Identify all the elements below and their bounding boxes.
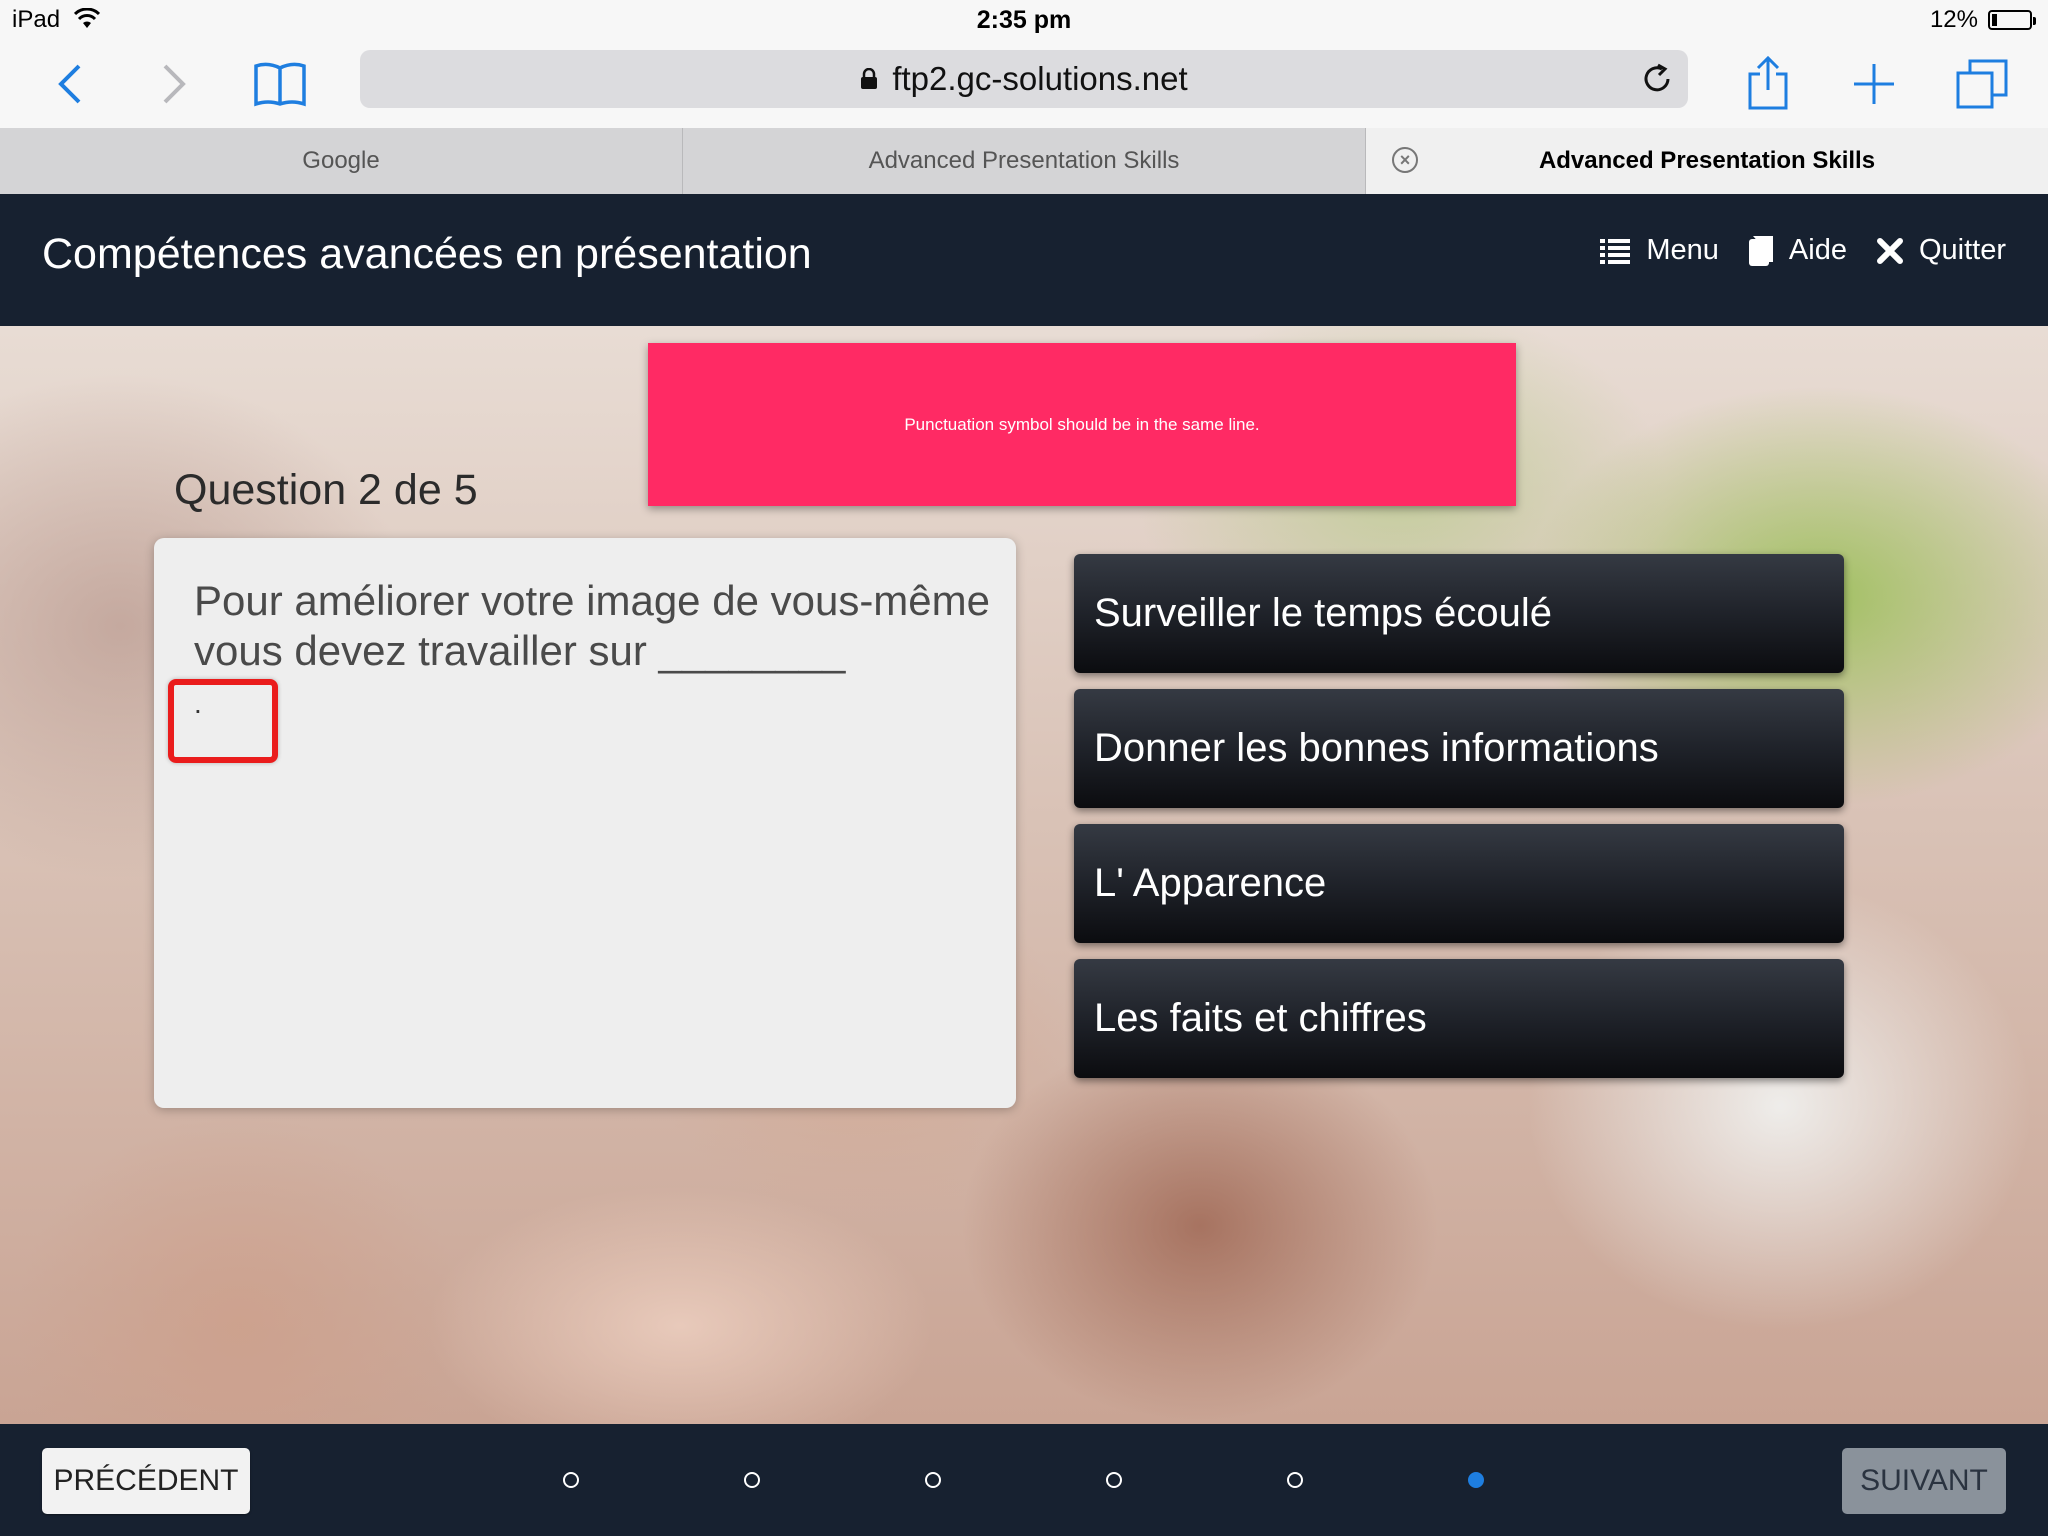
course-title: Compétences avancées en présentation bbox=[42, 230, 812, 278]
answer-option-1[interactable]: Surveiller le temps écoulé bbox=[1074, 554, 1844, 673]
course-header: Compétences avancées en présentation Men… bbox=[0, 194, 2048, 326]
tab-advanced-presentation-skills[interactable]: Advanced Presentation Skills bbox=[683, 128, 1366, 194]
question-text: Pour améliorer votre image de vous-même … bbox=[194, 577, 990, 674]
answer-option-4[interactable]: Les faits et chiffres bbox=[1074, 959, 1844, 1078]
tab-bar: Google Advanced Presentation Skills × Ad… bbox=[0, 128, 2048, 194]
next-button[interactable]: SUIVANT bbox=[1842, 1448, 2006, 1514]
forward-icon[interactable] bbox=[142, 52, 206, 116]
close-icon bbox=[1876, 237, 1903, 264]
answer-option-2[interactable]: Donner les bonnes informations bbox=[1074, 689, 1844, 808]
bookmarks-icon[interactable] bbox=[248, 52, 312, 116]
progress-dot-3[interactable] bbox=[925, 1472, 941, 1488]
progress-dots bbox=[0, 1424, 2048, 1536]
add-tab-icon[interactable] bbox=[1842, 52, 1906, 116]
share-icon[interactable] bbox=[1736, 52, 1800, 116]
tab-label: Advanced Presentation Skills bbox=[868, 147, 1180, 174]
browser-toolbar: ftp2.gc-solutions.net bbox=[0, 42, 2048, 128]
answer-list: Surveiller le temps écoulé Donner les bo… bbox=[1074, 554, 1844, 1094]
annotation-highlight-box bbox=[168, 679, 278, 763]
back-icon[interactable] bbox=[38, 52, 102, 116]
progress-dot-4[interactable] bbox=[1106, 1472, 1122, 1488]
quit-label: Quitter bbox=[1918, 234, 2006, 266]
question-card: Pour améliorer votre image de vous-même … bbox=[154, 538, 1016, 1108]
quit-button[interactable]: Quitter bbox=[1876, 234, 2006, 267]
status-bar: iPad 2:35 pm 12% bbox=[0, 0, 2048, 42]
tab-advanced-presentation-skills-active[interactable]: × Advanced Presentation Skills bbox=[1366, 128, 2048, 194]
feedback-banner: Punctuation symbol should be in the same… bbox=[648, 343, 1516, 506]
help-button[interactable]: Aide bbox=[1748, 234, 1847, 267]
tab-label: Advanced Presentation Skills bbox=[1538, 147, 1876, 174]
battery-percent: 12% bbox=[1929, 6, 1978, 33]
book-icon bbox=[1748, 235, 1773, 266]
tab-label: Google bbox=[302, 147, 380, 174]
reload-icon[interactable] bbox=[1640, 62, 1674, 96]
lock-icon bbox=[861, 68, 878, 89]
progress-dot-2[interactable] bbox=[744, 1472, 760, 1488]
course-footer: PRÉCÉDENT SUIVANT bbox=[0, 1424, 2048, 1536]
url-text: ftp2.gc-solutions.net bbox=[892, 60, 1188, 97]
battery-icon bbox=[1988, 10, 2036, 30]
tab-google[interactable]: Google bbox=[0, 128, 683, 194]
list-icon bbox=[1600, 238, 1631, 264]
close-tab-icon[interactable]: × bbox=[1392, 147, 1418, 173]
help-label: Aide bbox=[1788, 234, 1847, 266]
menu-button[interactable]: Menu bbox=[1600, 234, 1719, 267]
address-bar[interactable]: ftp2.gc-solutions.net bbox=[360, 50, 1688, 108]
answer-option-3[interactable]: L' Apparence bbox=[1074, 824, 1844, 943]
question-counter: Question 2 de 5 bbox=[174, 466, 478, 514]
menu-label: Menu bbox=[1646, 234, 1719, 266]
status-time: 2:35 pm bbox=[976, 6, 1072, 34]
tabs-icon[interactable] bbox=[1950, 52, 2014, 116]
progress-dot-5[interactable] bbox=[1287, 1472, 1303, 1488]
progress-dot-6-current[interactable] bbox=[1468, 1472, 1484, 1488]
progress-dot-1[interactable] bbox=[563, 1472, 579, 1488]
course-nav: Menu Aide Quitter bbox=[1570, 234, 2006, 267]
feedback-message: Punctuation symbol should be in the same… bbox=[904, 414, 1260, 434]
